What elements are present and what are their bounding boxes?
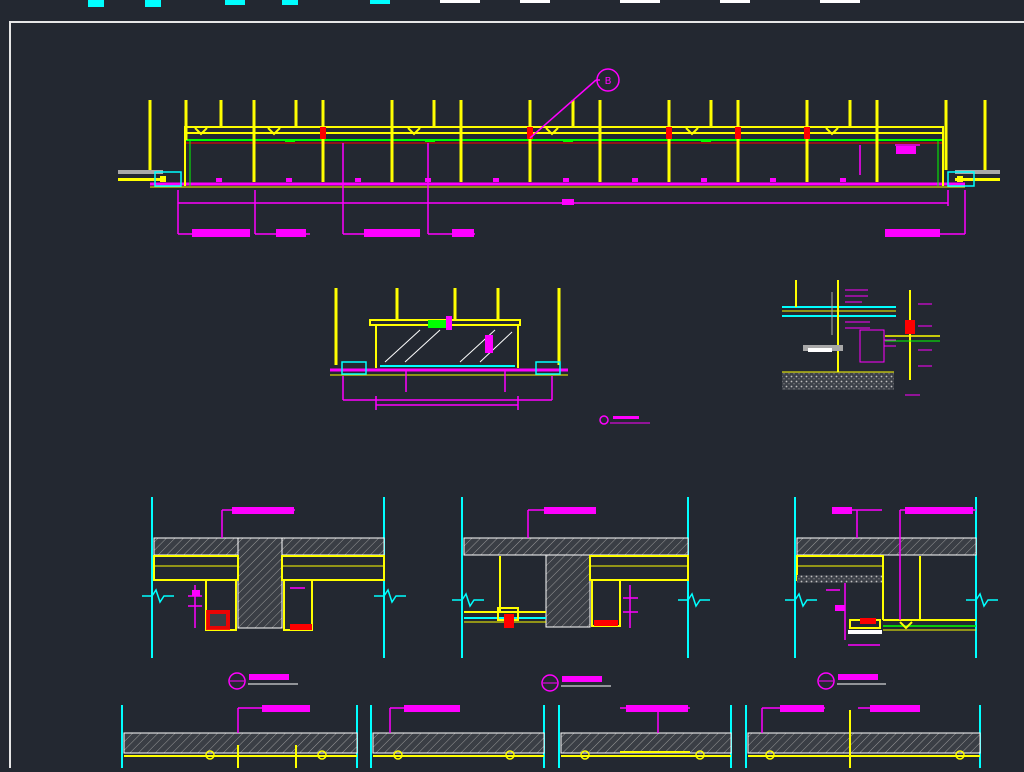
section-detail-2[interactable]: [452, 497, 710, 692]
section-detail-3[interactable]: [785, 497, 998, 690]
callout-bubble-text: B: [605, 76, 612, 87]
bottom-section-row[interactable]: [121, 705, 981, 768]
section-detail-1[interactable]: [142, 497, 406, 690]
cropped-title-strip: [88, 0, 860, 7]
cad-drawing-canvas[interactable]: B: [0, 0, 1024, 768]
glass-ceiling-section[interactable]: [330, 288, 650, 425]
long-ceiling-section[interactable]: B: [118, 68, 1000, 237]
junction-detail[interactable]: [782, 280, 940, 396]
cad-viewport[interactable]: B: [0, 0, 1024, 768]
